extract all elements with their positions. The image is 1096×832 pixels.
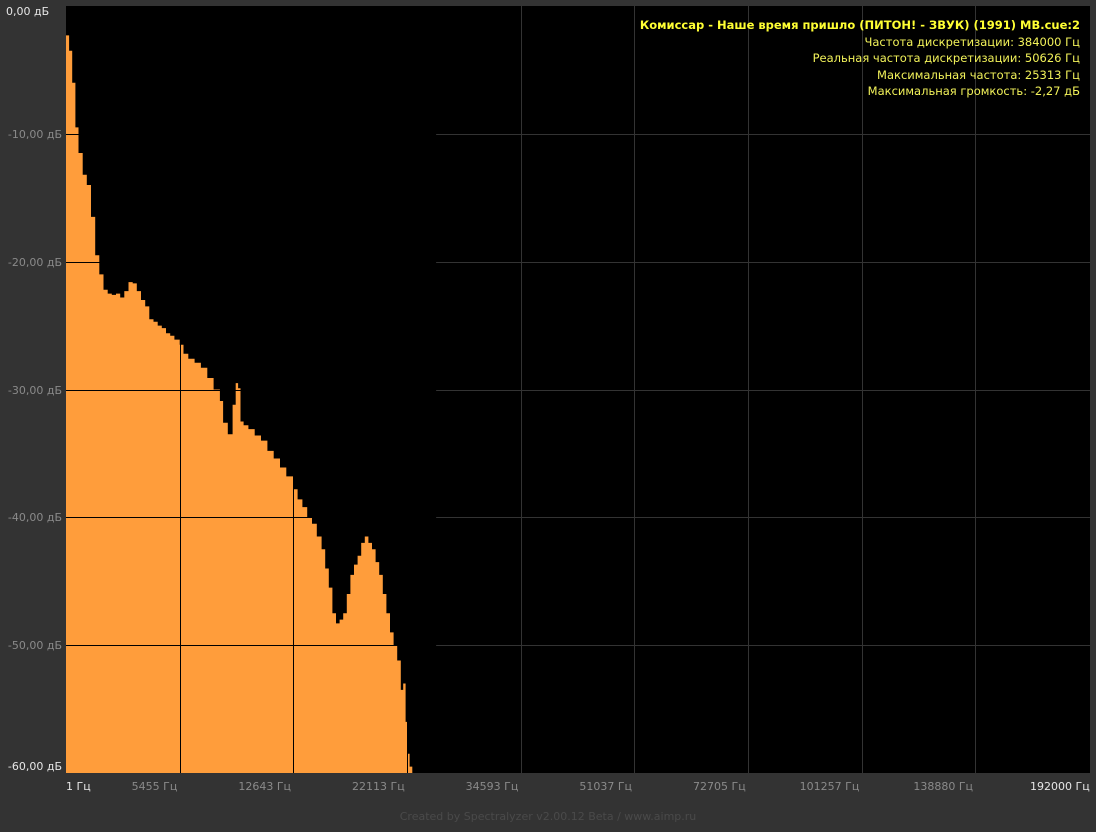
x-tick-label: 101257 Гц [799,780,860,793]
x-tick-label: 12643 Гц [238,780,292,793]
real-sample-rate-line: Реальная частота дискретизации: 50626 Гц [812,51,1080,65]
max-volume-line: Максимальная громкость: -2,27 дБ [867,84,1080,98]
x-tick-label: 72705 Гц [693,780,746,793]
spectrum-plot [66,6,1090,773]
track-title: Комиссар - Наше время пришло (ПИТОН! - З… [639,18,1080,32]
y-tick-label: -50,00 дБ [7,639,62,652]
sample-rate-line: Частота дискретизации: 384000 Гц [864,34,1081,49]
spectrum-area [66,35,437,773]
footer-credit: Created by Spectralyzer v2.00.12 Beta / … [399,810,697,823]
track-info: Комиссар - Наше время пришло (ПИТОН! - З… [640,17,1080,100]
x-tick-label: 34593 Гц [465,780,519,793]
y-tick-label: -60,00 дБ [7,760,62,773]
x-tick-label: 138880 Гц [913,780,974,793]
y-tick-label: -30,00 дБ [7,384,62,397]
x-tick-label: 5455 Гц [131,780,178,793]
y-tick-label: -40,00 дБ [7,511,62,524]
x-tick-label: 51037 Гц [579,780,633,793]
spectrum-svg [66,6,1090,773]
y-tick-label: 0,00 дБ [6,5,50,18]
y-tick-label: -20,00 дБ [7,256,62,269]
x-tick-label: 1 Гц [66,780,91,793]
max-frequency-line: Максимальная частота: 25313 Гц [877,67,1080,82]
x-tick-label: 22113 Гц [352,780,405,793]
x-tick-label: 192000 Гц [1030,780,1090,793]
y-tick-label: -10,00 дБ [7,128,62,141]
